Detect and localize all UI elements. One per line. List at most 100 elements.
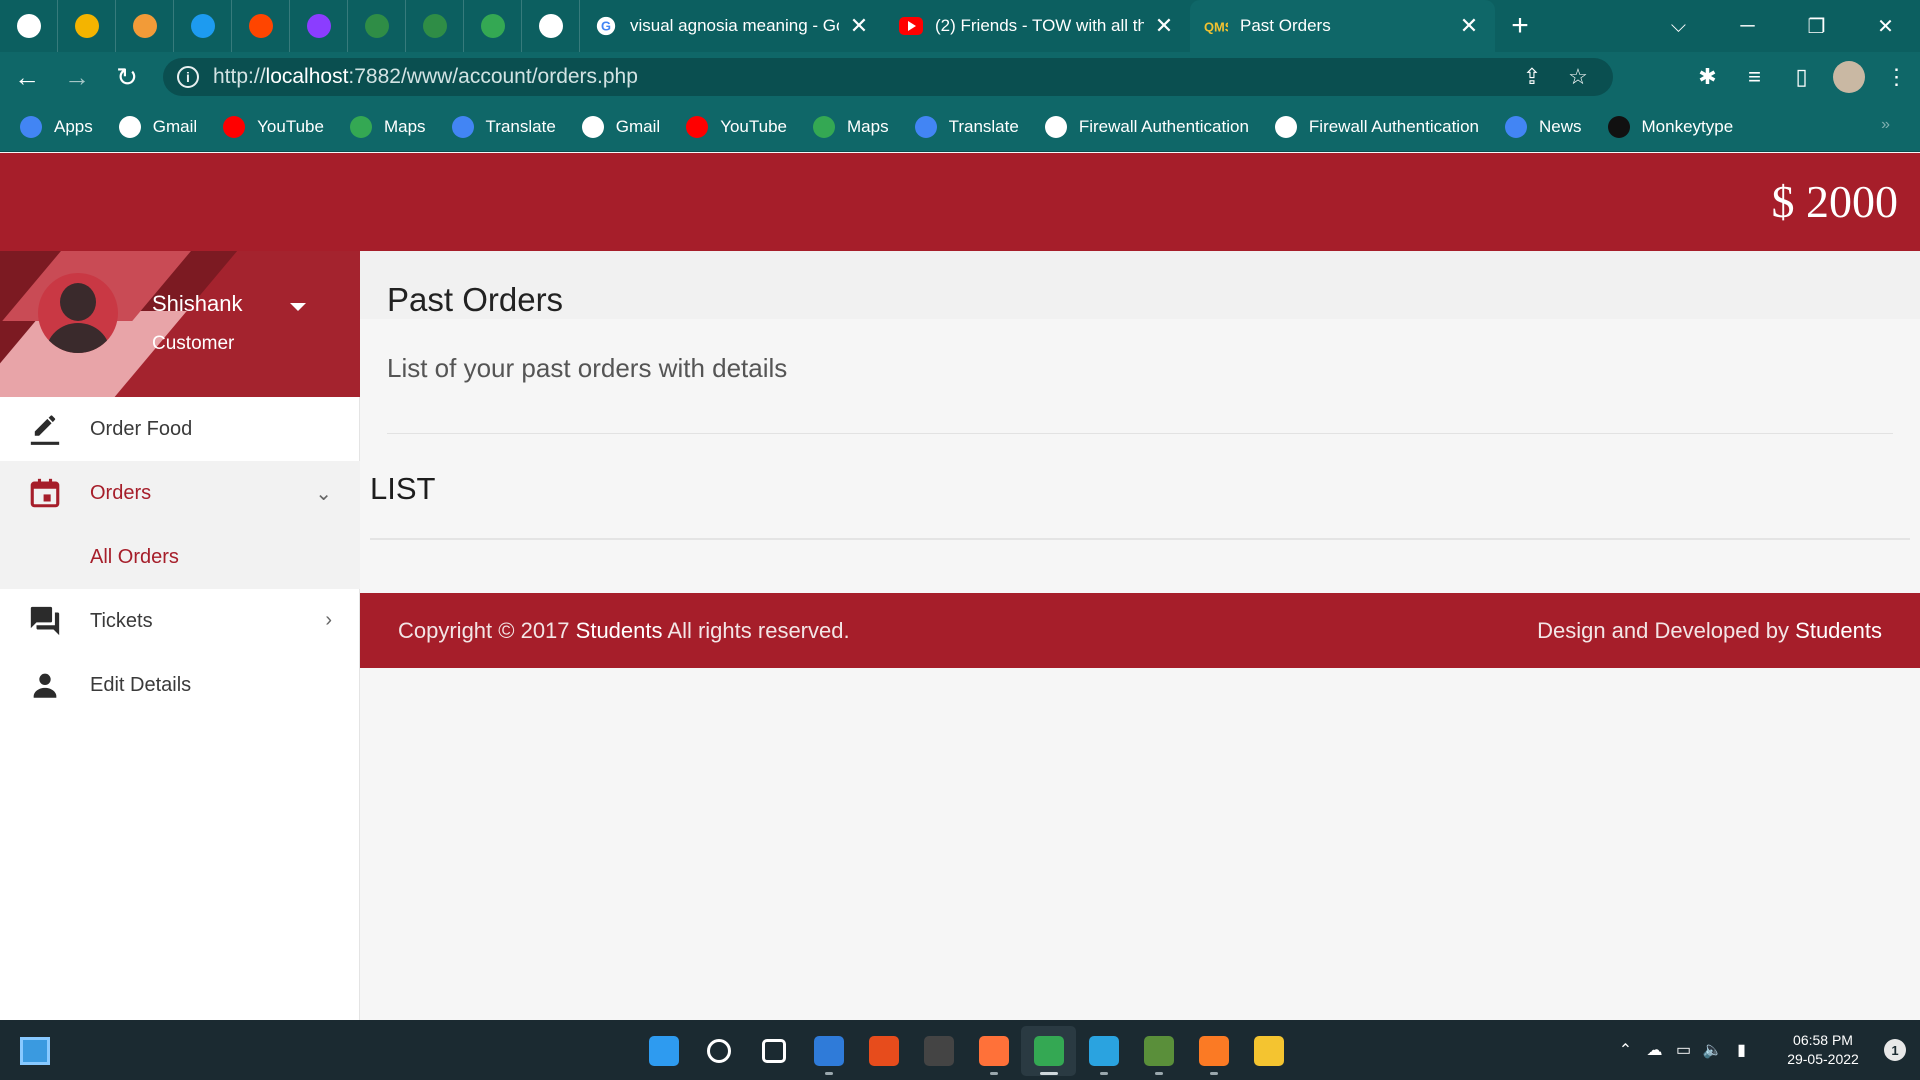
- minimize-button[interactable]: ─: [1713, 0, 1782, 52]
- bookmark-item[interactable]: YouTube: [223, 115, 324, 138]
- bookmark-label: Translate: [948, 116, 1019, 136]
- pinned-tab[interactable]: [58, 0, 116, 52]
- widgets-icon[interactable]: [20, 1037, 50, 1065]
- bookmark-item[interactable]: Translate: [914, 115, 1019, 138]
- sidebar-item-label: Edit Details: [90, 673, 192, 696]
- divider: [387, 433, 1893, 434]
- bookmark-item[interactable]: Gmail: [118, 115, 197, 138]
- bookmark-label: Maps: [383, 116, 426, 136]
- side-panel-icon[interactable]: ▯: [1778, 54, 1825, 100]
- bookmark-item[interactable]: YouTube: [686, 115, 787, 138]
- battery-icon[interactable]: ▮: [1727, 1035, 1756, 1065]
- close-tab-icon[interactable]: ✕: [1457, 13, 1481, 38]
- taskbar-app[interactable]: [1076, 1026, 1131, 1076]
- sidebar-item-order-food[interactable]: Order Food: [0, 397, 360, 461]
- taskbar-app[interactable]: [1241, 1026, 1296, 1076]
- bookmark-item[interactable]: Apps: [20, 115, 93, 138]
- pinned-tab[interactable]: [116, 0, 174, 52]
- address-bar[interactable]: i http://localhost:7882/www/account/orde…: [163, 58, 1613, 96]
- share-icon[interactable]: ⇪: [1509, 64, 1555, 90]
- pinned-tab[interactable]: [522, 0, 580, 52]
- sidebar-subitem-all-orders[interactable]: All Orders: [0, 525, 360, 589]
- cloud-icon[interactable]: ☁: [1640, 1035, 1669, 1065]
- bookmark-star-icon[interactable]: ☆: [1555, 64, 1601, 90]
- bookmarks-bar: Apps Gmail YouTube Maps Translate Gmail YouTub…: [0, 102, 1920, 152]
- taskbar-app[interactable]: [1186, 1026, 1241, 1076]
- pinned-tab[interactable]: [232, 0, 290, 52]
- tab-search-icon[interactable]: ⌵: [1644, 0, 1713, 52]
- page-description: List of your past orders with details: [387, 353, 788, 383]
- close-tab-icon[interactable]: ✕: [847, 13, 871, 38]
- pinned-tab[interactable]: [0, 0, 58, 52]
- tab-youtube[interactable]: (2) Friends - TOW with all the Thanksgiv…: [885, 0, 1190, 52]
- bookmark-item[interactable]: Monkeytype: [1607, 115, 1733, 138]
- bookmark-item[interactable]: Maps: [813, 115, 889, 138]
- geeksforgeeks-icon: [422, 14, 447, 38]
- divider: [370, 538, 1910, 540]
- bookmark-item[interactable]: Firewall Authentication: [1274, 115, 1479, 138]
- taskbar-app[interactable]: [691, 1026, 746, 1076]
- network-icon[interactable]: ▭: [1669, 1035, 1698, 1065]
- pinned-tab[interactable]: [290, 0, 348, 52]
- monkeytype-icon: [1607, 115, 1630, 138]
- bookmark-item[interactable]: Maps: [349, 115, 426, 138]
- profile-avatar[interactable]: [1833, 61, 1865, 93]
- forward-button[interactable]: →: [54, 54, 100, 100]
- analytics-icon: [74, 14, 99, 38]
- tab-google-search[interactable]: G visual agnosia meaning - Google Search…: [580, 0, 885, 52]
- extensions-puzzle-icon[interactable]: ✱: [1684, 54, 1731, 100]
- windows-start-icon: [648, 1036, 679, 1066]
- bookmark-item[interactable]: Firewall Authentication: [1044, 115, 1249, 138]
- clock[interactable]: 06:58 PM 29-05-2022: [1768, 1031, 1878, 1069]
- close-tab-icon[interactable]: ✕: [1152, 13, 1176, 38]
- pinned-tab[interactable]: [348, 0, 406, 52]
- browser-tab-strip: G visual agnosia meaning - Google Search…: [0, 0, 1920, 52]
- taskbar-app[interactable]: [1021, 1026, 1076, 1076]
- taskbar-app[interactable]: [966, 1026, 1021, 1076]
- taskbar-app[interactable]: [1131, 1026, 1186, 1076]
- wallet-balance: $ 2000: [1771, 176, 1899, 227]
- bookmark-item[interactable]: News: [1505, 115, 1582, 138]
- footer-brand-link[interactable]: Students: [576, 618, 663, 643]
- sidebar-item-tickets[interactable]: Tickets ›: [0, 589, 360, 653]
- volume-icon[interactable]: 🔈: [1698, 1035, 1727, 1065]
- new-tab-button[interactable]: +: [1495, 0, 1545, 52]
- restore-button[interactable]: ❐: [1782, 0, 1851, 52]
- pinned-tab[interactable]: [406, 0, 464, 52]
- pencil-icon: [0, 412, 90, 446]
- plus-sheets-icon: [480, 14, 505, 38]
- news-icon: [1505, 115, 1527, 138]
- codechef-icon: [132, 14, 157, 38]
- notification-badge[interactable]: 1: [1884, 1039, 1906, 1061]
- extension-icons: ✱ ≡ ▯ ⋮: [1684, 52, 1920, 102]
- pinned-tab[interactable]: [174, 0, 232, 52]
- apps-grid-icon: [20, 115, 42, 138]
- info-icon[interactable]: i: [177, 66, 199, 88]
- bookmark-item[interactable]: Gmail: [581, 115, 660, 138]
- bookmark-label: YouTube: [257, 116, 324, 136]
- google-icon: [16, 14, 41, 38]
- pinned-tab[interactable]: [464, 0, 522, 52]
- taskbar-app[interactable]: [856, 1026, 911, 1076]
- taskbar-app[interactable]: [746, 1026, 801, 1076]
- globe-icon: [1274, 115, 1297, 138]
- taskbar-app[interactable]: [636, 1026, 691, 1076]
- user-name: Shishank: [152, 291, 243, 316]
- bookmark-item[interactable]: Translate: [451, 115, 556, 138]
- translate-icon: [914, 115, 937, 138]
- footer-brand-link[interactable]: Students: [1795, 618, 1882, 643]
- back-button[interactable]: ←: [4, 54, 50, 100]
- taskbar-app[interactable]: [801, 1026, 856, 1076]
- reload-button[interactable]: ↻: [104, 54, 150, 100]
- taskbar-app[interactable]: [911, 1026, 966, 1076]
- tab-past-orders[interactable]: QMS Past Orders ✕: [1190, 0, 1495, 52]
- caret-down-icon[interactable]: [290, 303, 306, 311]
- footer-copyright: Copyright © 2017 Students All rights res…: [398, 618, 850, 643]
- close-window-button[interactable]: ✕: [1851, 0, 1920, 52]
- sidebar-item-orders[interactable]: Orders ⌄: [0, 461, 360, 525]
- media-queue-icon[interactable]: ≡: [1731, 54, 1778, 100]
- sidebar-item-edit-details[interactable]: Edit Details: [0, 653, 360, 717]
- chevron-up-icon[interactable]: ⌃: [1611, 1035, 1640, 1065]
- bookmarks-overflow-icon[interactable]: »: [1881, 116, 1890, 134]
- chrome-menu-icon[interactable]: ⋮: [1873, 54, 1920, 100]
